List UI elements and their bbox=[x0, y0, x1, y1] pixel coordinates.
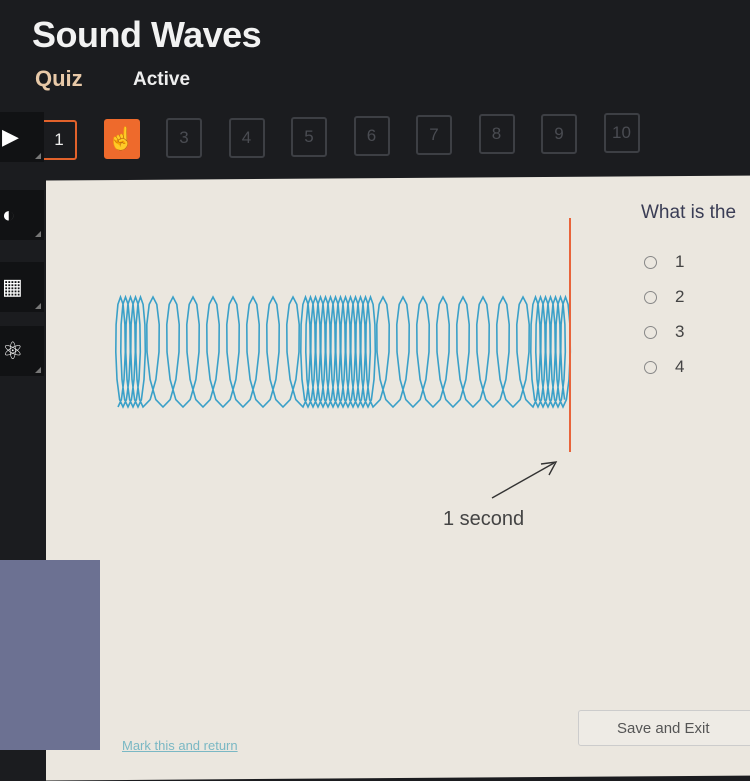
save-and-exit-button[interactable]: Save and Exit bbox=[578, 710, 750, 746]
arrow-line bbox=[491, 462, 555, 499]
answer-option[interactable]: 3 bbox=[644, 322, 684, 342]
sound-wave-figure bbox=[114, 218, 572, 499]
radio-button[interactable] bbox=[644, 360, 657, 374]
option-label: 1 bbox=[675, 252, 685, 271]
answer-option[interactable]: 4 bbox=[644, 357, 684, 377]
answer-option[interactable]: 2 bbox=[644, 287, 684, 307]
answer-option[interactable]: 1 bbox=[644, 252, 684, 272]
question-text: What is the bbox=[641, 202, 737, 223]
radio-button[interactable] bbox=[644, 255, 657, 269]
radio-button[interactable] bbox=[644, 290, 657, 304]
radio-button[interactable] bbox=[644, 325, 657, 339]
option-label: 4 bbox=[675, 357, 685, 376]
figure-label: 1 second bbox=[443, 508, 525, 530]
option-label: 3 bbox=[675, 322, 685, 341]
wave-coil bbox=[114, 294, 572, 409]
mark-and-return-link[interactable]: Mark this and return bbox=[122, 738, 238, 753]
option-label: 2 bbox=[675, 287, 685, 306]
